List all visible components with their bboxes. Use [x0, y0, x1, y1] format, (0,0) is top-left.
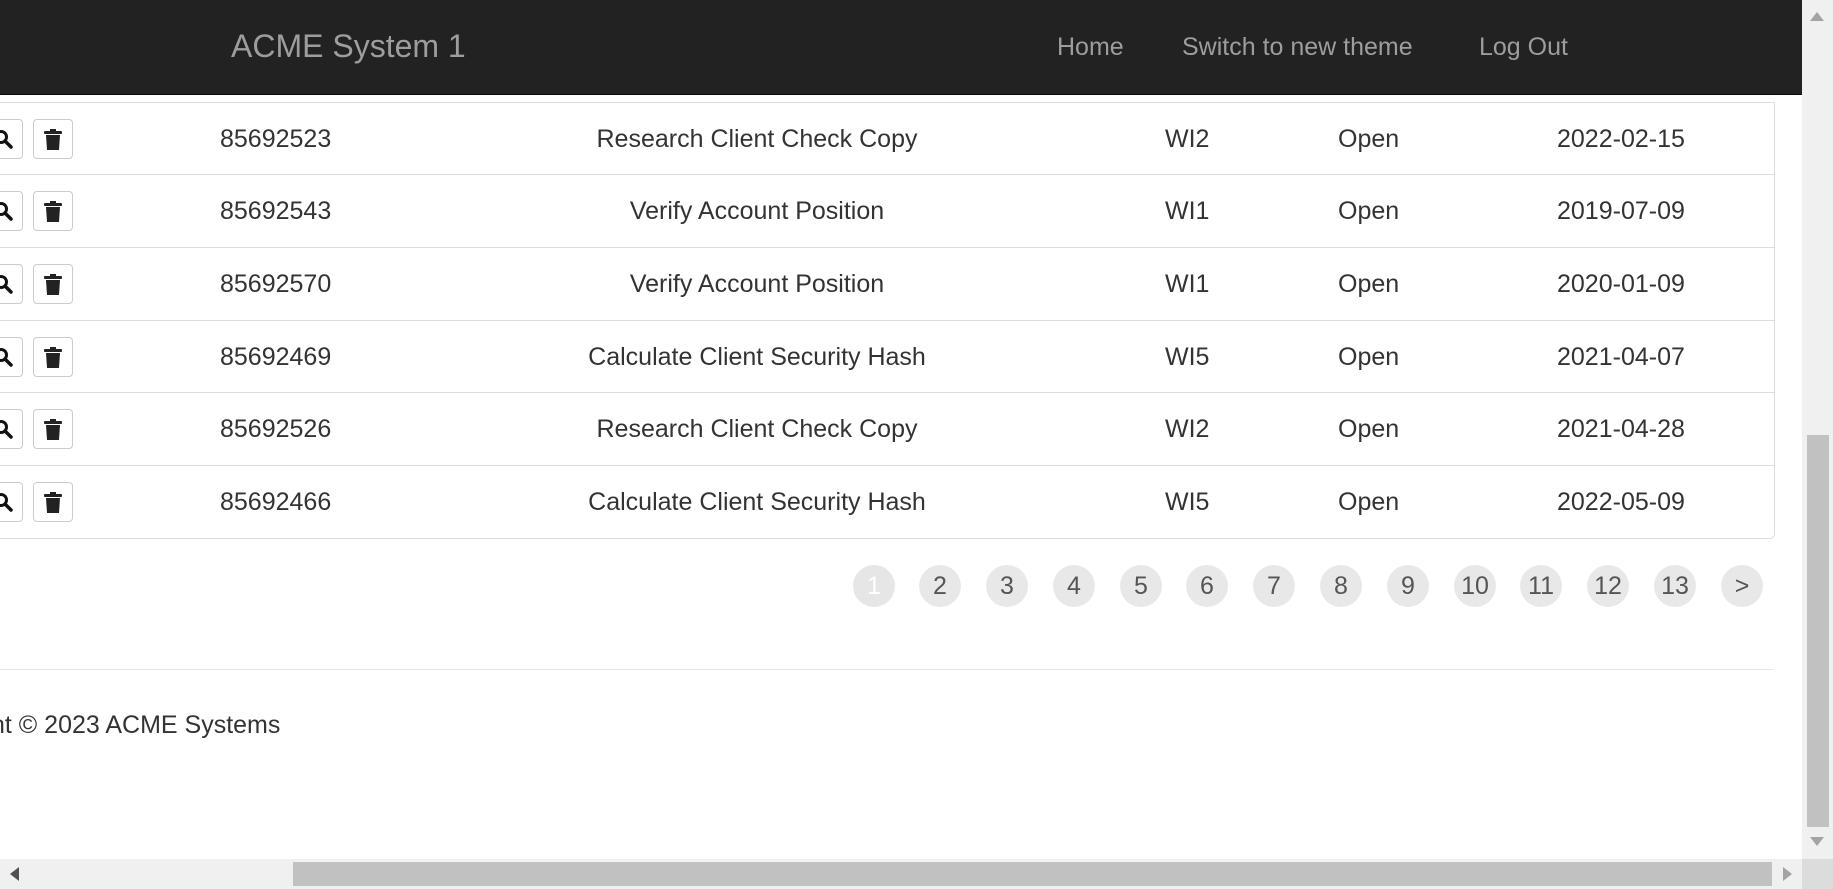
footer-divider — [0, 669, 1773, 670]
search-icon — [0, 493, 13, 512]
cell-type: WI2 — [1165, 415, 1210, 443]
page-5-button[interactable]: 5 — [1120, 565, 1162, 607]
search-icon — [0, 202, 13, 221]
cell-description: Research Client Check Copy — [596, 125, 918, 153]
top-navbar: ACME System 1 Home Switch to new theme L… — [0, 0, 1802, 95]
cell-type: WI2 — [1165, 125, 1210, 153]
cell-id: 85692526 — [220, 415, 332, 443]
work-items-table: 85692523 Research Client Check Copy WI2 … — [0, 102, 1775, 539]
view-button[interactable] — [0, 337, 23, 377]
trash-icon — [44, 129, 62, 150]
delete-button[interactable] — [33, 409, 73, 449]
cell-type: WI1 — [1165, 197, 1210, 225]
cell-type: WI5 — [1165, 488, 1210, 516]
delete-button[interactable] — [33, 337, 73, 377]
page-10-button[interactable]: 10 — [1454, 565, 1496, 607]
trash-icon — [44, 347, 62, 368]
page-12-button[interactable]: 12 — [1587, 565, 1629, 607]
page-8-button[interactable]: 8 — [1320, 565, 1362, 607]
cell-date: 2022-02-15 — [1557, 125, 1685, 153]
trash-icon — [44, 201, 62, 222]
delete-button[interactable] — [33, 191, 73, 231]
cell-date: 2021-04-28 — [1557, 415, 1685, 443]
cell-id: 85692466 — [220, 488, 332, 516]
cell-status: Open — [1338, 197, 1400, 225]
scroll-left-arrow-icon[interactable] — [10, 867, 19, 881]
brand-title[interactable]: ACME System 1 — [231, 28, 466, 65]
footer-copyright: ht © 2023 ACME Systems — [0, 711, 281, 739]
cell-date: 2021-04-07 — [1557, 343, 1685, 371]
delete-button[interactable] — [33, 119, 73, 159]
cell-status: Open — [1338, 270, 1400, 298]
cell-description: Calculate Client Security Hash — [588, 343, 926, 371]
next-page-button[interactable]: > — [1721, 565, 1763, 607]
view-button[interactable] — [0, 482, 23, 522]
view-button[interactable] — [0, 119, 23, 159]
scroll-right-arrow-icon[interactable] — [1783, 867, 1792, 881]
scroll-up-arrow-icon[interactable] — [1810, 12, 1824, 21]
page-3-button[interactable]: 3 — [986, 565, 1028, 607]
search-icon — [0, 348, 13, 367]
trash-icon — [44, 492, 62, 513]
cell-description: Verify Account Position — [629, 270, 885, 298]
horizontal-scroll-thumb[interactable] — [293, 862, 1772, 886]
nav-home-link[interactable]: Home — [1057, 33, 1124, 62]
cell-date: 2020-01-09 — [1557, 270, 1685, 298]
page-2-button[interactable]: 2 — [919, 565, 961, 607]
page-11-button[interactable]: 11 — [1520, 565, 1562, 607]
cell-id: 85692523 — [220, 125, 332, 153]
scroll-down-arrow-icon[interactable] — [1810, 837, 1824, 846]
page-1-button[interactable]: 1 — [853, 565, 895, 607]
page-9-button[interactable]: 9 — [1387, 565, 1429, 607]
table-row: 85692523 Research Client Check Copy WI2 … — [0, 102, 1774, 175]
vertical-scroll-thumb[interactable] — [1807, 435, 1829, 827]
table-row: 85692526 Research Client Check Copy WI2 … — [0, 392, 1774, 465]
page-4-button[interactable]: 4 — [1053, 565, 1095, 607]
cell-status: Open — [1338, 415, 1400, 443]
delete-button[interactable] — [33, 264, 73, 304]
search-icon — [0, 275, 13, 294]
table-row: 85692466 Calculate Client Security Hash … — [0, 465, 1774, 538]
cell-date: 2022-05-09 — [1557, 488, 1685, 516]
table-row: 85692543 Verify Account Position WI1 Ope… — [0, 174, 1774, 247]
cell-description: Calculate Client Security Hash — [588, 488, 926, 516]
page-6-button[interactable]: 6 — [1186, 565, 1228, 607]
cell-description: Research Client Check Copy — [596, 415, 918, 443]
cell-description: Verify Account Position — [629, 197, 885, 225]
trash-icon — [44, 419, 62, 440]
view-button[interactable] — [0, 409, 23, 449]
view-button[interactable] — [0, 191, 23, 231]
table-row: 85692570 Verify Account Position WI1 Ope… — [0, 247, 1774, 320]
delete-button[interactable] — [33, 482, 73, 522]
cell-type: WI5 — [1165, 343, 1210, 371]
search-icon — [0, 130, 13, 149]
scrollbar-corner — [1802, 859, 1833, 889]
page-7-button[interactable]: 7 — [1253, 565, 1295, 607]
search-icon — [0, 420, 13, 439]
view-button[interactable] — [0, 264, 23, 304]
cell-id: 85692543 — [220, 197, 332, 225]
cell-id: 85692469 — [220, 343, 332, 371]
cell-status: Open — [1338, 343, 1400, 371]
cell-date: 2019-07-09 — [1557, 197, 1685, 225]
cell-status: Open — [1338, 125, 1400, 153]
table-row: 85692469 Calculate Client Security Hash … — [0, 320, 1774, 393]
trash-icon — [44, 274, 62, 295]
cell-type: WI1 — [1165, 270, 1210, 298]
cell-id: 85692570 — [220, 270, 332, 298]
page-13-button[interactable]: 13 — [1654, 565, 1696, 607]
cell-status: Open — [1338, 488, 1400, 516]
nav-logout-link[interactable]: Log Out — [1479, 33, 1568, 62]
nav-switch-theme-link[interactable]: Switch to new theme — [1182, 33, 1413, 62]
